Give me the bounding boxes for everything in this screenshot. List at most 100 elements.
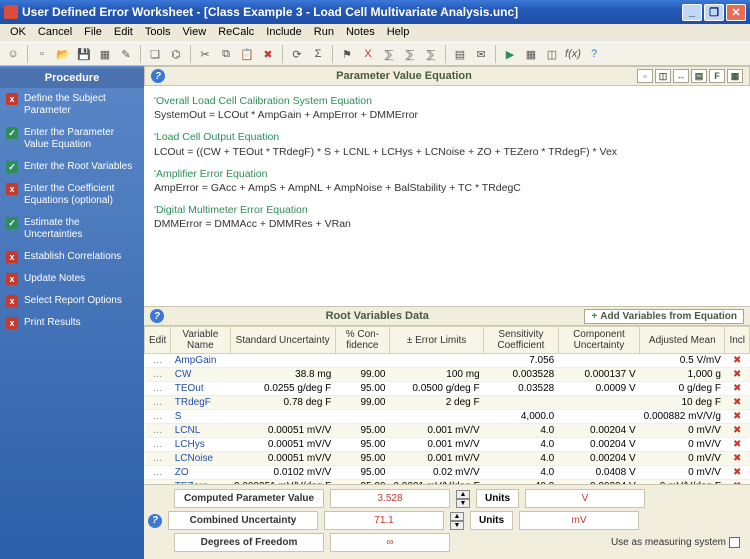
cu-cell[interactable]: 0.00204 V	[558, 424, 639, 438]
help-icon[interactable]: ?	[150, 309, 164, 323]
table-row[interactable]: …CW38.8 mg99.00100 mg0.0035280.000137 V1…	[145, 368, 750, 382]
su-cell[interactable]: 0.00051 mV/V	[230, 452, 335, 466]
help-icon[interactable]: ?	[585, 45, 603, 63]
name-cell[interactable]: AmpGain	[171, 354, 230, 368]
table-row[interactable]: …LCHys0.00051 mV/V95.000.001 mV/V4.00.00…	[145, 438, 750, 452]
cpv-units[interactable]: V	[525, 489, 645, 508]
column-header[interactable]: Component Uncertainty	[558, 327, 639, 354]
su-cell[interactable]	[230, 354, 335, 368]
layers-icon[interactable]: ❏	[146, 45, 164, 63]
conf-cell[interactable]: 95.00	[335, 438, 389, 452]
smiley-icon[interactable]: ☺	[4, 45, 22, 63]
cu-cell[interactable]: 0.0009 V	[558, 382, 639, 396]
el-cell[interactable]: 0.001 mV/V	[389, 438, 483, 452]
cu-cell[interactable]: 0.000137 V	[558, 368, 639, 382]
am-cell[interactable]: 0.5 V/mV	[640, 354, 725, 368]
table-row[interactable]: …ZO0.0102 mV/V95.000.02 mV/V4.00.0408 V0…	[145, 466, 750, 480]
menu-include[interactable]: Include	[260, 24, 307, 42]
table-row[interactable]: …TEOut0.0255 g/deg F95.000.0500 g/deg F0…	[145, 382, 750, 396]
panel-btn-6[interactable]: ▦	[727, 69, 743, 83]
menu-tools[interactable]: Tools	[139, 24, 177, 42]
el-cell[interactable]: 0.001 mV/V	[389, 452, 483, 466]
help-icon[interactable]: ?	[151, 69, 165, 83]
cu-cell[interactable]	[558, 396, 639, 410]
table-row[interactable]: …TRdegF0.78 deg F99.002 deg F10 deg F✖	[145, 396, 750, 410]
add-variables-button[interactable]: +Add Variables from Equation	[584, 309, 744, 324]
conf-cell[interactable]: 95.00	[335, 424, 389, 438]
am-cell[interactable]: 0 mV/V	[640, 424, 725, 438]
edit-cell[interactable]: …	[145, 396, 171, 410]
cu-cell[interactable]	[558, 354, 639, 368]
sc-cell[interactable]: 4.0	[484, 466, 559, 480]
flag-icon[interactable]: ⚑	[338, 45, 356, 63]
edit-icon[interactable]: ✎	[117, 45, 135, 63]
delete-icon[interactable]: ✖	[259, 45, 277, 63]
am-cell[interactable]: 0 mV/V	[640, 466, 725, 480]
menu-help[interactable]: Help	[381, 24, 416, 42]
stats3-icon[interactable]: ⅀	[422, 45, 440, 63]
conf-cell[interactable]	[335, 354, 389, 368]
cu-value[interactable]: 71.1	[324, 511, 444, 530]
name-cell[interactable]: LCHys	[171, 438, 230, 452]
sc-cell[interactable]: 4,000.0	[484, 410, 559, 424]
close-button[interactable]: ✕	[726, 4, 746, 21]
am-cell[interactable]: 0 mV/V	[640, 438, 725, 452]
incl-cell[interactable]: ✖	[725, 438, 750, 452]
menu-recalc[interactable]: ReCalc	[212, 24, 260, 42]
sidebar-item-3[interactable]: xEnter the Coefficient Equations (option…	[0, 178, 144, 212]
sc-cell[interactable]: 4.0	[484, 424, 559, 438]
el-cell[interactable]: 0.0500 g/deg F	[389, 382, 483, 396]
sidebar-item-4[interactable]: ✓Estimate the Uncertainties	[0, 212, 144, 246]
am-cell[interactable]: 10 deg F	[640, 396, 725, 410]
column-header[interactable]: ± Error Limits	[389, 327, 483, 354]
menu-run[interactable]: Run	[308, 24, 340, 42]
el-cell[interactable]: 0.001 mV/V	[389, 424, 483, 438]
cu-spinner[interactable]: ▲▼	[450, 512, 464, 530]
cpv-value[interactable]: 3.528	[330, 489, 450, 508]
sc-cell[interactable]: 7.056	[484, 354, 559, 368]
help-icon[interactable]: ?	[148, 514, 162, 528]
db-icon[interactable]: ▦	[96, 45, 114, 63]
tree-icon[interactable]: ⌬	[167, 45, 185, 63]
el-cell[interactable]	[389, 354, 483, 368]
minimize-button[interactable]: _	[682, 4, 702, 21]
sc-cell[interactable]: 0.003528	[484, 368, 559, 382]
panel-btn-5[interactable]: F	[709, 69, 725, 83]
name-cell[interactable]: ZO	[171, 466, 230, 480]
x-red-icon[interactable]: X	[359, 45, 377, 63]
el-cell[interactable]: 0.02 mV/V	[389, 466, 483, 480]
incl-cell[interactable]: ✖	[725, 354, 750, 368]
sidebar-item-0[interactable]: xDefine the Subject Parameter	[0, 88, 144, 122]
incl-cell[interactable]: ✖	[725, 382, 750, 396]
run-icon[interactable]: ▶	[501, 45, 519, 63]
su-cell[interactable]: 38.8 mg	[230, 368, 335, 382]
copy-icon[interactable]: ⧉	[217, 45, 235, 63]
column-header[interactable]: % Con-fidence	[335, 327, 389, 354]
edit-cell[interactable]: …	[145, 466, 171, 480]
incl-cell[interactable]: ✖	[725, 368, 750, 382]
recalc-icon[interactable]: ⟳	[288, 45, 306, 63]
su-cell[interactable]: 0.78 deg F	[230, 396, 335, 410]
sidebar-item-5[interactable]: xEstablish Correlations	[0, 246, 144, 268]
incl-cell[interactable]: ✖	[725, 424, 750, 438]
conf-cell[interactable]: 95.00	[335, 466, 389, 480]
su-cell[interactable]: 0.0255 g/deg F	[230, 382, 335, 396]
su-cell[interactable]	[230, 410, 335, 424]
fx-icon[interactable]: f(x)	[564, 45, 582, 63]
am-cell[interactable]: 0 g/deg F	[640, 382, 725, 396]
stats2-icon[interactable]: ⅀	[401, 45, 419, 63]
save-icon[interactable]: 💾	[75, 45, 93, 63]
edit-cell[interactable]: …	[145, 438, 171, 452]
column-header[interactable]: Incl	[725, 327, 750, 354]
sidebar-item-1[interactable]: ✓Enter the Parameter Value Equation	[0, 122, 144, 156]
edit-cell[interactable]: …	[145, 424, 171, 438]
cut-icon[interactable]: ✂	[196, 45, 214, 63]
sigma-icon[interactable]: Σ	[309, 45, 327, 63]
measuring-system-checkbox[interactable]	[729, 537, 740, 548]
stats1-icon[interactable]: ⅀	[380, 45, 398, 63]
table-row[interactable]: …LCNoise0.00051 mV/V95.000.001 mV/V4.00.…	[145, 452, 750, 466]
su-cell[interactable]: 0.00051 mV/V	[230, 438, 335, 452]
name-cell[interactable]: S	[171, 410, 230, 424]
equation-editor[interactable]: 'Overall Load Cell Calibration System Eq…	[144, 86, 750, 306]
name-cell[interactable]: TEOut	[171, 382, 230, 396]
